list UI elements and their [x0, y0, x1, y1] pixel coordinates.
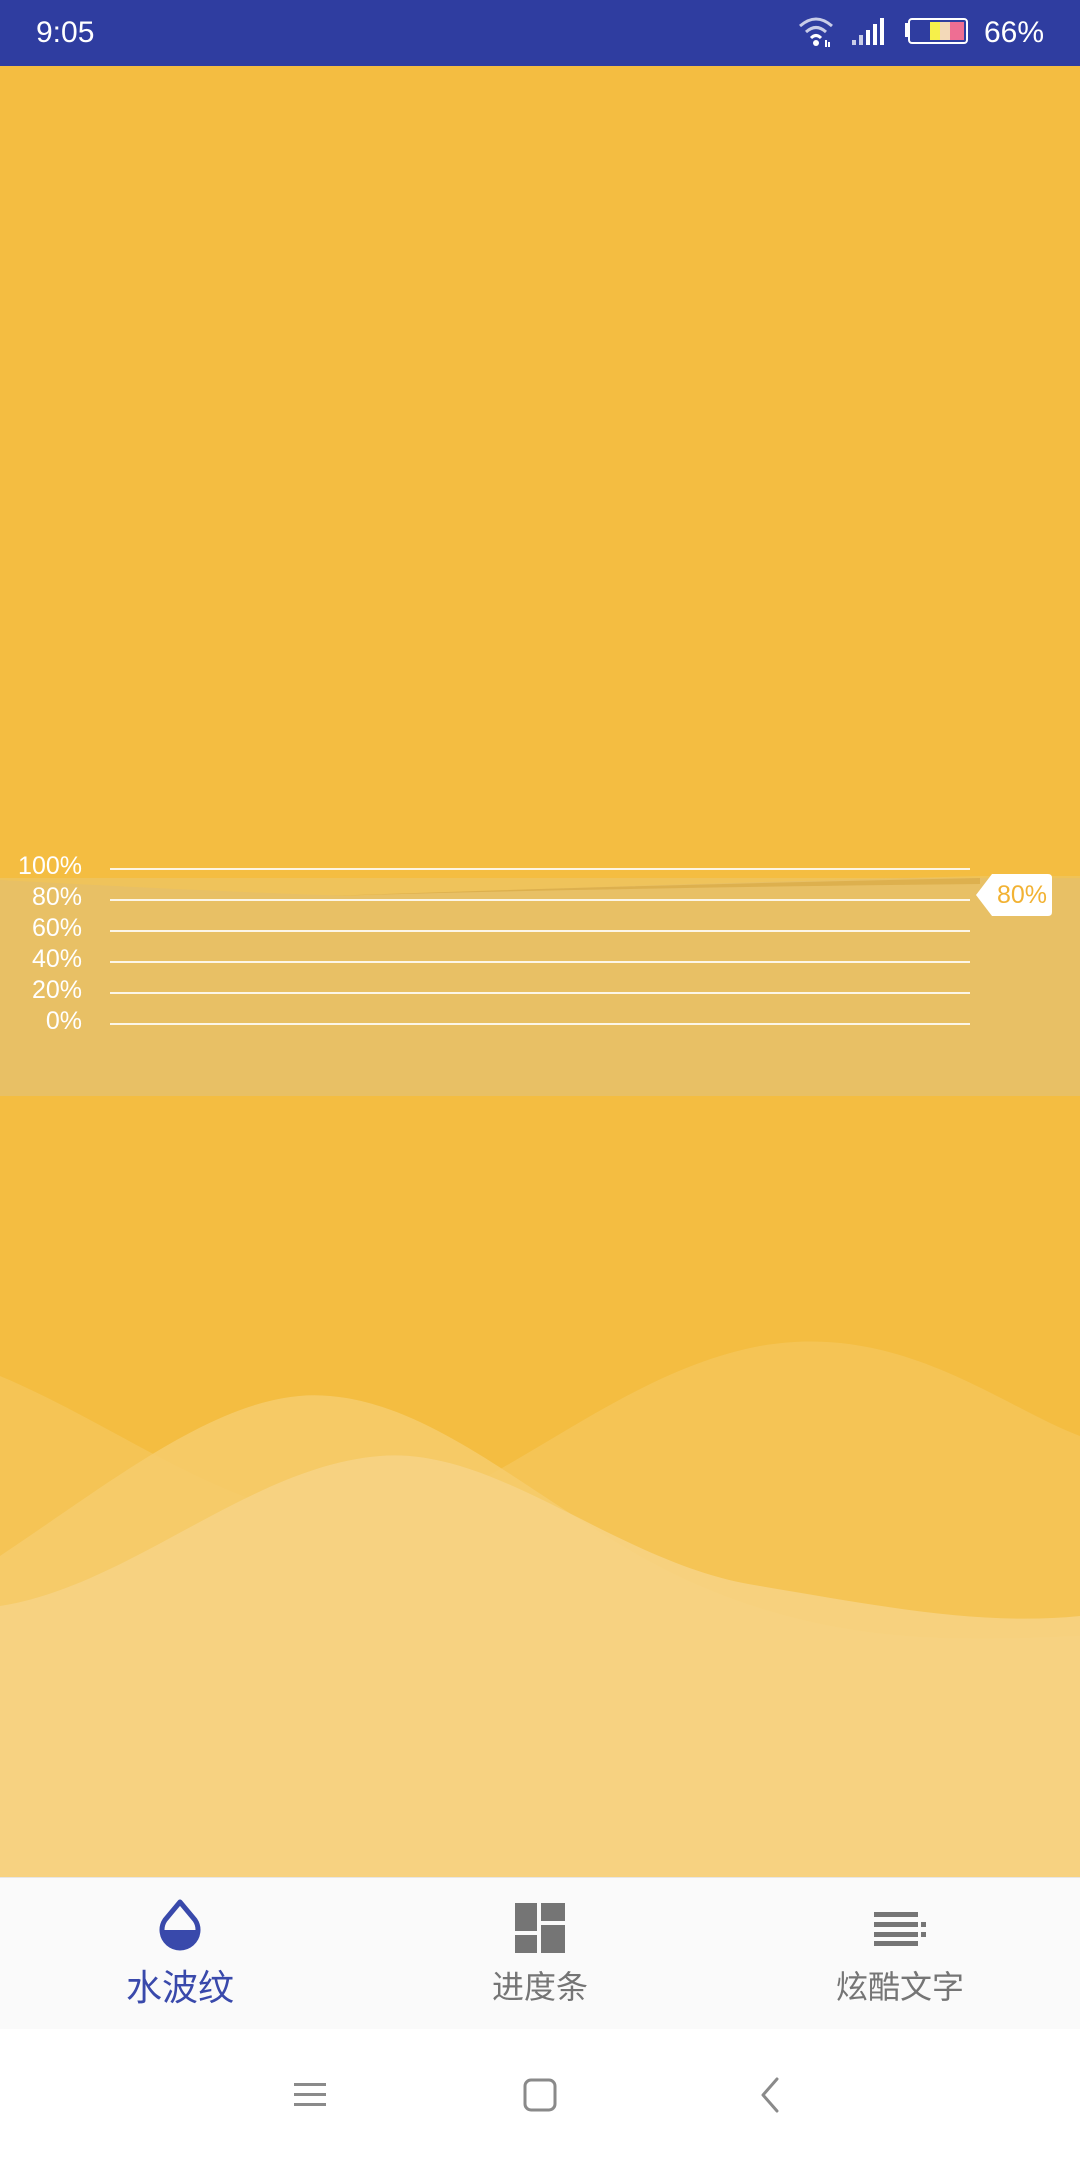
status-bar: 9:05 66% [0, 0, 1080, 66]
status-icons: 66% [796, 14, 1044, 52]
nav-label: 进度条 [491, 1967, 588, 2006]
water-waves [0, 1341, 1080, 1877]
water-drop-icon [152, 1897, 208, 1953]
back-icon[interactable] [740, 2065, 800, 2125]
nav-item-progress-bar[interactable]: 进度条 [360, 1878, 720, 2029]
wifi-icon [796, 14, 836, 52]
nav-item-cool-text[interactable]: 炫酷文字 [720, 1878, 1080, 2029]
home-icon[interactable] [510, 2065, 570, 2125]
water-wave-view: 100% 80% 60% 40% 20% 0% 80% [0, 66, 1080, 1877]
system-navigation-bar [0, 2030, 1080, 2160]
dashboard-icon [512, 1900, 568, 1956]
bottom-navigation: 水波纹 进度条 炫酷文字 [0, 1877, 1080, 2029]
nav-label: 炫酷文字 [835, 1967, 964, 2006]
menu-icon[interactable] [280, 2065, 340, 2125]
status-time: 9:05 [36, 16, 95, 49]
signal-icon [850, 16, 890, 50]
nav-item-water-wave[interactable]: 水波纹 [0, 1878, 360, 2029]
text-lines-icon [872, 1900, 928, 1956]
battery-icon [904, 16, 970, 50]
battery-percent: 66% [983, 16, 1044, 49]
nav-label: 水波纹 [125, 1967, 234, 2009]
